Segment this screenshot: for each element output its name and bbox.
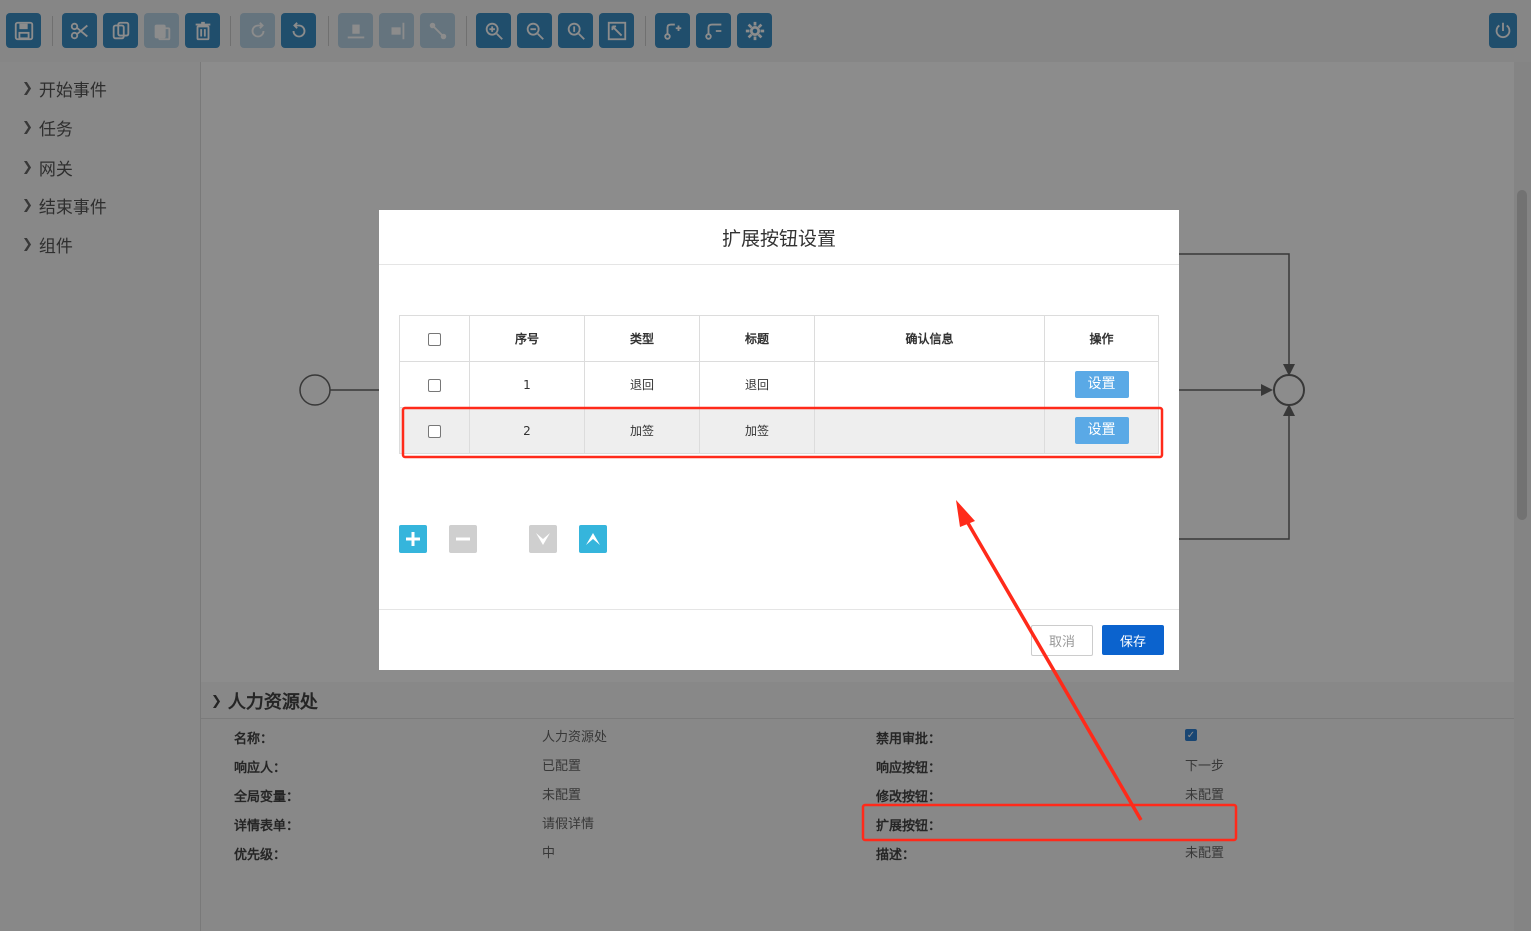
chevron-up-icon (586, 533, 600, 545)
confirm-cell (814, 407, 1045, 454)
title-cell: 加签 (699, 407, 815, 454)
remove-row-button[interactable] (449, 525, 477, 553)
chevron-down-icon (536, 533, 550, 545)
select-all-checkbox[interactable] (428, 332, 441, 346)
select-all-cell (399, 315, 470, 362)
move-up-button[interactable] (579, 525, 607, 553)
row-checkbox[interactable] (428, 378, 441, 392)
set-button[interactable]: 设置 (1074, 417, 1129, 444)
minus-icon (456, 537, 470, 541)
column-header: 标题 (699, 315, 815, 362)
confirm-cell (814, 361, 1045, 408)
index-cell: 2 (469, 407, 585, 454)
set-button[interactable]: 设置 (1074, 371, 1129, 398)
row-select-cell (399, 407, 470, 454)
move-down-button[interactable] (529, 525, 557, 553)
index-cell: 1 (469, 361, 585, 408)
action-cell: 设置 (1044, 407, 1159, 454)
action-cell: 设置 (1044, 361, 1159, 408)
column-header: 操作 (1044, 315, 1159, 362)
type-cell: 加签 (584, 407, 700, 454)
save-button[interactable]: 保存 (1102, 625, 1164, 655)
dialog-title: 扩展按钮设置 (379, 210, 1179, 265)
column-header: 类型 (584, 315, 700, 362)
table-row[interactable]: 1 退回 退回 设置 (399, 361, 1159, 408)
divider (379, 609, 1179, 610)
add-row-button[interactable] (399, 525, 427, 553)
extension-button-table: 序号 类型 标题 确认信息 操作 1 退回 退回 设置 2 加签 加签 设置 (399, 315, 1159, 454)
table-header-row: 序号 类型 标题 确认信息 操作 (399, 315, 1159, 362)
title-cell: 退回 (699, 361, 815, 408)
type-cell: 退回 (584, 361, 700, 408)
extension-button-dialog: 扩展按钮设置 序号 类型 标题 确认信息 操作 1 退回 退回 设置 2 加签 … (379, 210, 1179, 670)
table-row[interactable]: 2 加签 加签 设置 (399, 407, 1159, 454)
cancel-button[interactable]: 取消 (1031, 625, 1093, 656)
row-checkbox[interactable] (428, 424, 441, 438)
column-header: 确认信息 (814, 315, 1045, 362)
plus-icon (406, 532, 420, 546)
row-select-cell (399, 361, 470, 408)
column-header: 序号 (469, 315, 585, 362)
